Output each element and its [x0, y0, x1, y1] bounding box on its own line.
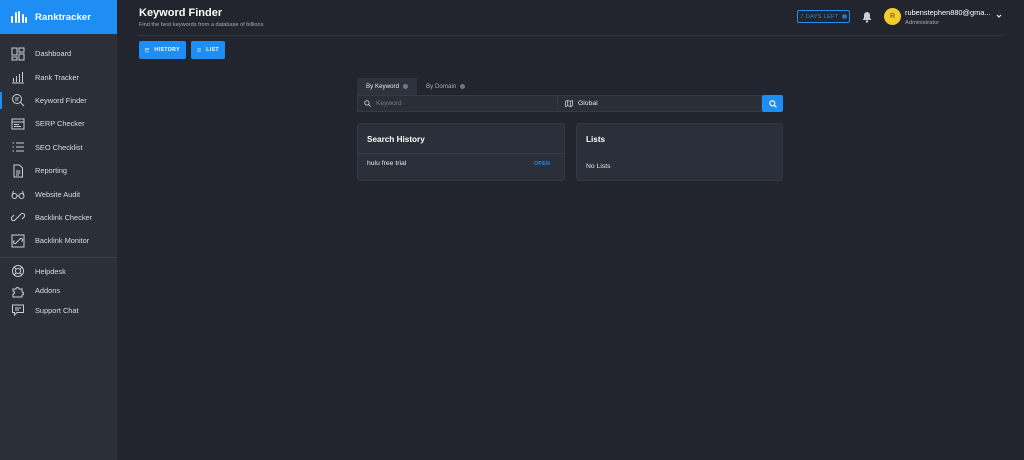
trial-days-left-badge[interactable]: 7 DAYS LEFT [797, 10, 850, 23]
sidebar-item-label: SEO Checklist [35, 142, 83, 152]
sidebar-item-label: Website Audit [35, 189, 81, 199]
location-value: Global [578, 100, 598, 107]
tab-by-keyword[interactable]: By Keyword [357, 78, 418, 95]
sidebar-item-label: Backlink Checker [35, 212, 93, 222]
tab-by-domain[interactable]: By Domain [417, 78, 474, 95]
trial-days-left-label: 7 DAYS LEFT [800, 13, 839, 20]
location-select[interactable]: Global [557, 95, 762, 112]
sidebar-item-website-audit[interactable]: Website Audit [0, 182, 117, 205]
sidebar-divider [0, 256, 117, 258]
search-icon [768, 99, 777, 108]
notification-bell-icon[interactable] [862, 11, 872, 23]
helpdesk-icon [11, 264, 25, 278]
no-lists-text: No Lists [586, 163, 611, 170]
backlink-monitor-icon [11, 234, 25, 248]
sidebar-item-label: Reporting [35, 166, 68, 176]
sidebar-item-serp-checker[interactable]: SERP Checker [0, 112, 117, 135]
rank-tracker-icon [11, 70, 25, 84]
sidebar-item-label: SERP Checker [35, 119, 85, 129]
reporting-icon [11, 164, 25, 178]
tab-label: By Domain [426, 83, 457, 90]
info-icon [403, 84, 409, 89]
sidebar-item-support-chat[interactable]: Support Chat [0, 301, 117, 321]
panel-divider [358, 153, 564, 154]
sidebar: Ranktracker Dashboard Rank Tracker Keywo… [0, 0, 117, 460]
list-button[interactable]: LIST [191, 41, 225, 59]
sidebar-item-addons[interactable]: Addons [0, 281, 117, 301]
avatar[interactable]: R [884, 8, 901, 25]
search-icon [364, 100, 371, 107]
sidebar-item-label: Rank Tracker [35, 72, 79, 82]
website-audit-icon [11, 187, 25, 201]
seo-checklist-icon [11, 140, 25, 154]
keyword-finder-icon [11, 93, 25, 107]
sidebar-item-label: Backlink Monitor [35, 236, 90, 246]
serp-checker-icon [11, 117, 25, 131]
sidebar-item-label: Addons [35, 286, 61, 296]
sidebar-item-label: Dashboard [35, 49, 72, 59]
user-email[interactable]: rubenstephen880@gma... [905, 8, 991, 17]
brand-logo[interactable]: Ranktracker [0, 0, 117, 34]
user-role: Administrator [905, 20, 940, 26]
tab-label: By Keyword [366, 83, 400, 90]
backlink-checker-icon [11, 210, 25, 224]
lists-panel: Lists No Lists [576, 123, 783, 181]
search-bar: Keyword Global [357, 95, 783, 112]
ranktracker-logo-icon [11, 11, 27, 23]
sidebar-item-helpdesk[interactable]: Helpdesk [0, 262, 117, 282]
support-chat-icon [11, 303, 25, 317]
sidebar-item-label: Keyword Finder [35, 95, 87, 105]
dashboard-icon [11, 47, 25, 61]
keyword-input[interactable]: Keyword [357, 95, 557, 112]
sidebar-item-label: Support Chat [35, 305, 79, 315]
sidebar-item-label: Helpdesk [35, 266, 66, 276]
calendar-icon [145, 47, 150, 53]
history-item-keyword[interactable]: hulu free trial [367, 160, 406, 167]
header-divider [137, 35, 1004, 36]
search-button[interactable] [762, 95, 783, 112]
chevron-down-icon[interactable] [996, 13, 1002, 19]
keyword-input-placeholder: Keyword [376, 100, 402, 107]
search-history-title: Search History [367, 135, 425, 144]
history-button[interactable]: HISTORY [139, 41, 186, 59]
lists-title: Lists [586, 135, 606, 144]
open-history-link[interactable]: OPEN [534, 161, 550, 167]
page-subtitle: Find the best keywords from a database o… [139, 22, 264, 28]
sidebar-item-rank-tracker[interactable]: Rank Tracker [0, 65, 117, 88]
info-icon [841, 14, 847, 19]
sidebar-item-backlink-monitor[interactable]: Backlink Monitor [0, 229, 117, 252]
sidebar-item-reporting[interactable]: Reporting [0, 159, 117, 182]
sidebar-item-dashboard[interactable]: Dashboard [0, 42, 117, 65]
sidebar-item-backlink-checker[interactable]: Backlink Checker [0, 206, 117, 229]
sidebar-item-keyword-finder[interactable]: Keyword Finder [0, 89, 117, 112]
info-icon [460, 84, 466, 89]
page-title: Keyword Finder [139, 7, 223, 19]
addons-icon [11, 284, 25, 298]
search-mode-tabs: By Keyword By Domain [357, 78, 474, 95]
brand-name: Ranktracker [35, 11, 92, 23]
sidebar-item-seo-checklist[interactable]: SEO Checklist [0, 136, 117, 159]
search-history-panel: Search History hulu free trial OPEN [357, 123, 565, 181]
list-icon [197, 48, 201, 52]
list-button-label: LIST [206, 47, 219, 53]
sidebar-nav: Dashboard Rank Tracker Keyword Finder SE… [0, 34, 117, 320]
history-button-label: HISTORY [154, 47, 180, 53]
map-icon [565, 100, 573, 107]
